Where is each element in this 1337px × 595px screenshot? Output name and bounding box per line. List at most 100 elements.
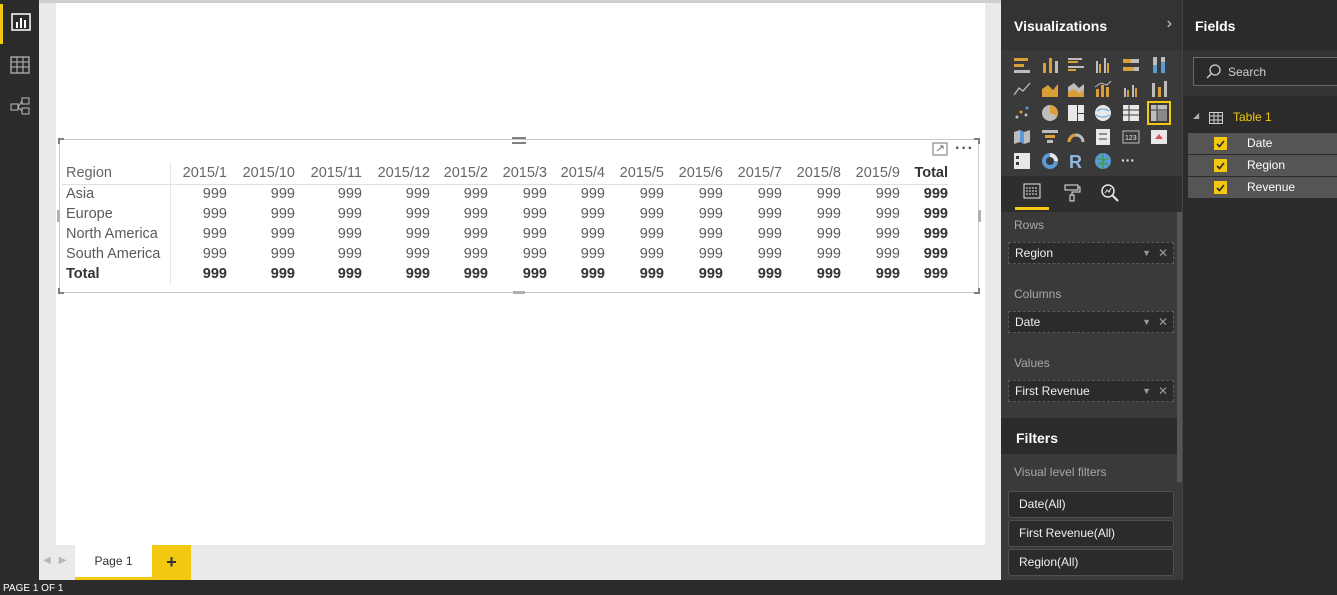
table-visual-icon[interactable] [1121, 103, 1141, 123]
tab-analytics[interactable] [1093, 180, 1127, 210]
resize-handle-bottom-right[interactable] [974, 288, 980, 294]
remove-field-icon[interactable]: ✕ [1158, 381, 1168, 401]
column-header[interactable]: 2015/3 [488, 162, 547, 185]
cell: 999 [337, 226, 362, 242]
report-view-button[interactable] [0, 4, 39, 44]
filter-first-revenue[interactable]: First Revenue(All) [1008, 520, 1174, 547]
resize-handle-bottom[interactable] [513, 291, 525, 294]
clustered-bar-chart-icon[interactable] [1066, 55, 1086, 75]
card-icon[interactable]: 123 [1121, 127, 1141, 147]
tab-format[interactable] [1055, 180, 1089, 210]
matrix-visual[interactable]: ··· Region 2015/1 2015/10 2015/11 2015/1… [57, 137, 981, 294]
checkbox-checked[interactable] [1214, 181, 1227, 194]
field-item-date[interactable]: Date [1188, 133, 1337, 154]
cell: 999 [816, 226, 841, 242]
tab-page-1[interactable]: Page 1 [75, 545, 152, 580]
rows-well-label: Rows [1014, 218, 1045, 232]
cell: 999 [270, 226, 295, 242]
more-visuals-icon[interactable]: ··· [1121, 151, 1141, 171]
resize-handle-bottom-left[interactable] [58, 288, 64, 294]
area-chart-icon[interactable] [1040, 79, 1060, 99]
relationships-view-button[interactable] [0, 88, 39, 128]
column-header[interactable]: 2015/5 [605, 162, 664, 185]
column-header[interactable]: 2015/8 [782, 162, 841, 185]
resize-handle-left[interactable] [57, 210, 60, 222]
column-header[interactable]: 2015/6 [664, 162, 723, 185]
ribbon-chart-icon[interactable] [1149, 79, 1169, 99]
resize-handle-top-right[interactable] [974, 138, 980, 144]
total-column-header[interactable]: Total [900, 162, 948, 185]
filter-date[interactable]: Date(All) [1008, 491, 1174, 518]
column-header[interactable]: 2015/12 [362, 162, 430, 185]
line-chart-icon[interactable] [1012, 79, 1032, 99]
filter-region[interactable]: Region(All) [1008, 549, 1174, 576]
gauge-icon[interactable] [1066, 127, 1086, 147]
column-header[interactable]: 2015/2 [430, 162, 488, 185]
collapse-chevron-icon[interactable]: › [1167, 15, 1172, 33]
column-header[interactable]: 2015/10 [227, 162, 295, 185]
kpi-icon[interactable] [1149, 127, 1169, 147]
stacked-bar-chart-icon[interactable] [1012, 55, 1032, 75]
matrix-visual-icon[interactable] [1147, 101, 1171, 125]
100-bar-chart-icon[interactable] [1121, 55, 1141, 75]
chevron-down-icon[interactable]: ▼ [1142, 243, 1151, 263]
pie-chart-icon[interactable] [1040, 103, 1060, 123]
checkbox-checked[interactable] [1214, 137, 1227, 150]
column-header[interactable]: 2015/11 [295, 162, 362, 185]
scatter-chart-icon[interactable] [1012, 103, 1032, 123]
bar-chart-icon [11, 12, 31, 36]
cell: 999 [816, 246, 841, 262]
focus-mode-icon[interactable] [932, 142, 948, 156]
resize-handle-right[interactable] [978, 210, 981, 222]
field-item-revenue[interactable]: Revenue [1188, 177, 1337, 198]
cell: 999 [875, 226, 900, 242]
column-header[interactable]: 2015/4 [547, 162, 605, 185]
checkbox-checked[interactable] [1214, 159, 1227, 172]
page-nav-arrows[interactable]: ◀▶ [43, 555, 74, 566]
columns-well-field[interactable]: Date ▼ ✕ [1008, 311, 1174, 333]
row-header[interactable]: Region [62, 162, 171, 185]
clustered-column-chart-icon[interactable] [1093, 55, 1113, 75]
stacked-area-chart-icon[interactable] [1066, 79, 1086, 99]
column-header[interactable]: 2015/7 [723, 162, 782, 185]
chevron-down-icon[interactable]: ▼ [1142, 312, 1151, 332]
resize-handle-top-left[interactable] [58, 138, 64, 144]
line-and-column-chart-icon[interactable] [1093, 79, 1113, 99]
drag-grip[interactable] [512, 137, 526, 144]
values-well-field[interactable]: First Revenue ▼ ✕ [1008, 380, 1174, 402]
treemap-icon[interactable] [1066, 103, 1086, 123]
remove-field-icon[interactable]: ✕ [1158, 312, 1168, 332]
cell: 999 [522, 206, 547, 222]
field-item-region[interactable]: Region [1188, 155, 1337, 176]
map-icon[interactable] [1093, 103, 1113, 123]
row-total-cell: 999 [923, 206, 948, 222]
filled-map-icon[interactable] [1012, 127, 1032, 147]
globe-map-icon[interactable] [1093, 151, 1113, 171]
expand-caret-icon[interactable]: ◢ [1193, 111, 1199, 120]
tab-fields-wells[interactable] [1015, 180, 1049, 210]
slicer-icon[interactable] [1012, 151, 1032, 171]
funnel-chart-icon[interactable] [1040, 127, 1060, 147]
r-script-visual-icon[interactable]: R [1066, 151, 1086, 172]
stacked-column-chart-icon[interactable] [1040, 55, 1060, 75]
cell: 999 [270, 186, 295, 203]
rows-well-field[interactable]: Region ▼ ✕ [1008, 242, 1174, 264]
multi-row-card-icon[interactable] [1093, 127, 1113, 147]
column-header[interactable]: 2015/1 [170, 162, 227, 185]
total-cell: 999 [337, 266, 362, 282]
remove-field-icon[interactable]: ✕ [1158, 243, 1168, 263]
paint-roller-icon [1062, 183, 1082, 208]
data-view-button[interactable] [0, 47, 39, 87]
cell: 999 [757, 206, 782, 222]
line-and-clustered-column-icon[interactable] [1121, 79, 1141, 99]
row-total-cell: 999 [923, 246, 948, 262]
more-options-icon[interactable]: ··· [955, 140, 974, 158]
column-header[interactable]: 2015/9 [841, 162, 900, 185]
cell: 999 [757, 186, 782, 203]
donut-chart-icon[interactable] [1040, 151, 1060, 171]
search-input[interactable]: Search [1193, 57, 1337, 86]
add-page-button[interactable]: + [152, 545, 191, 580]
chevron-down-icon[interactable]: ▼ [1142, 381, 1151, 401]
100-column-chart-icon[interactable] [1149, 55, 1169, 75]
field-table-node[interactable]: ◢ Table 1 [1183, 106, 1337, 130]
